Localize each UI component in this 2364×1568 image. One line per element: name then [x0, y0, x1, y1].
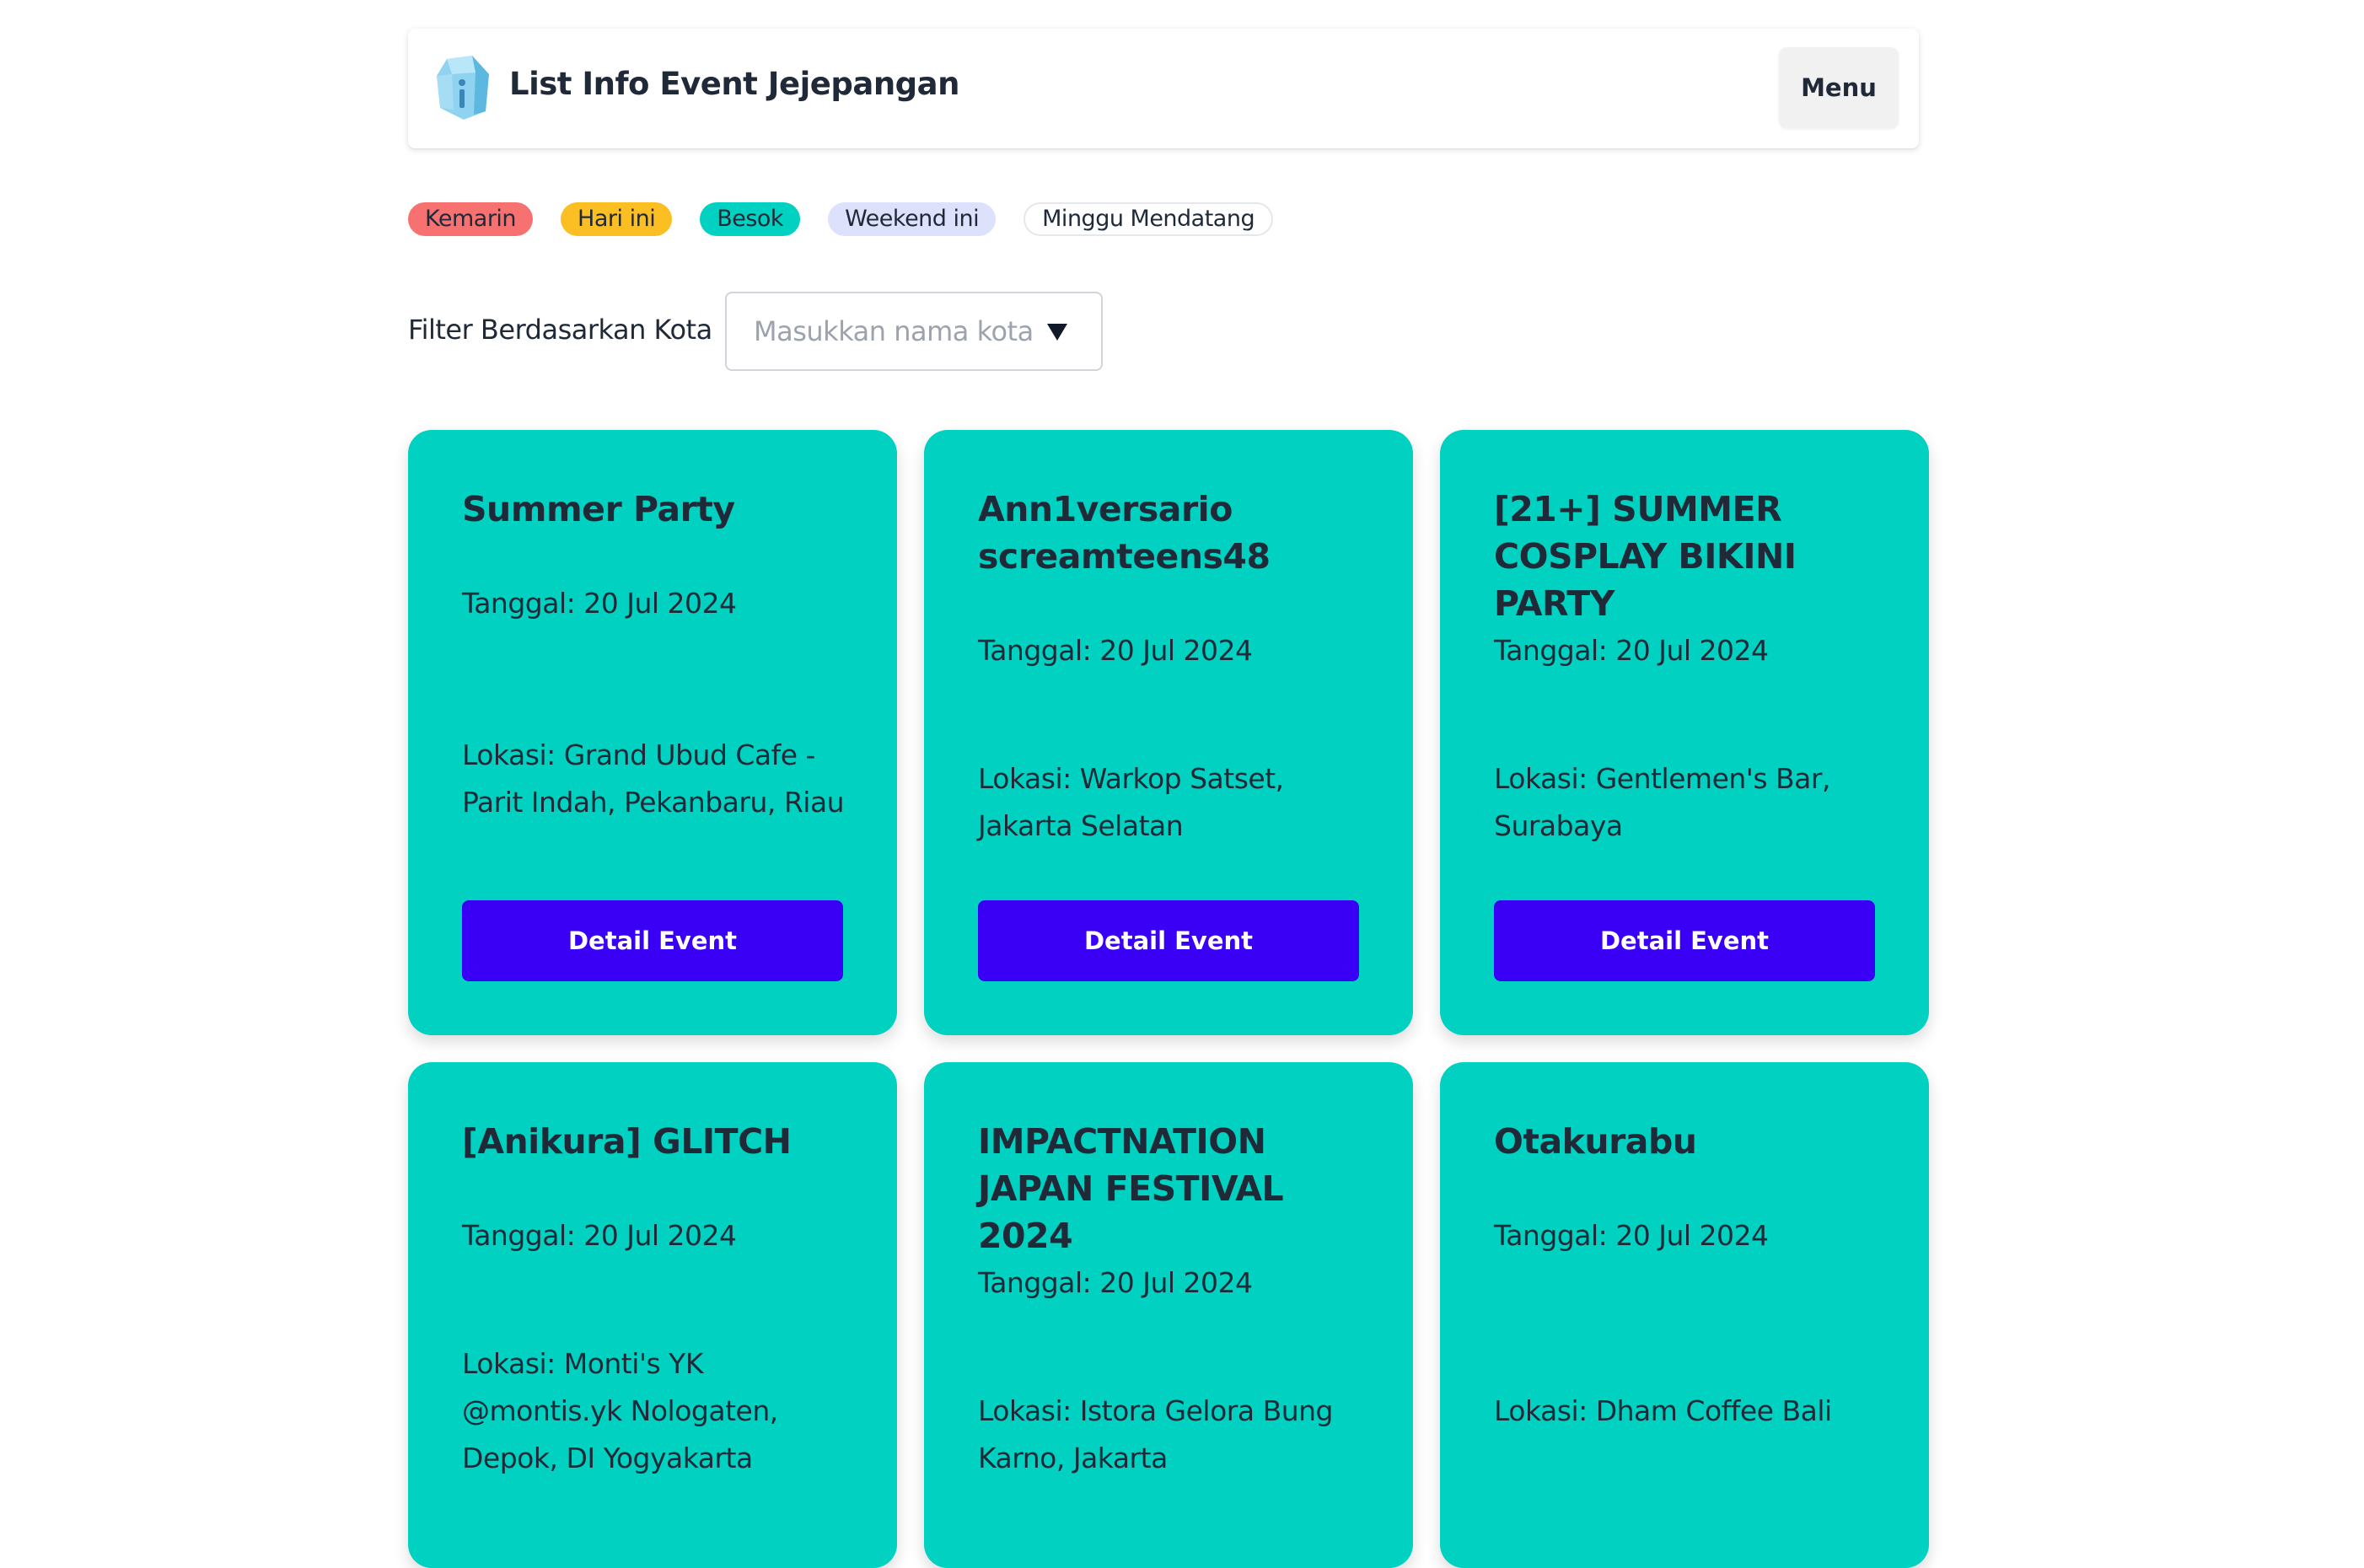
event-location: Lokasi: Gentlemen's Bar, Surabaya [1494, 762, 1830, 842]
chip-hari-ini[interactable]: Hari ini [561, 202, 673, 236]
detail-event-button[interactable]: Detail Event [462, 900, 843, 981]
event-title: Summer Party [462, 489, 735, 529]
event-title: [Anikura] GLITCH [462, 1121, 792, 1162]
chip-minggu-mendatang[interactable]: Minggu Mendatang [1024, 202, 1274, 236]
info-logo-icon [437, 56, 489, 120]
event-date: Tanggal: 20 Jul 2024 [462, 1219, 737, 1252]
chip-besok[interactable]: Besok [700, 202, 801, 236]
detail-event-button[interactable]: Detail Event [1494, 900, 1875, 981]
event-card: Otakurabu Tanggal: 20 Jul 2024 Lokasi: D… [1440, 1062, 1929, 1568]
event-date: Tanggal: 20 Jul 2024 [1494, 634, 1769, 667]
date-filter-chips: Kemarin Hari ini Besok Weekend ini Mingg… [408, 202, 1274, 236]
event-title: Otakurabu [1494, 1121, 1697, 1162]
event-card: Ann1versario screamteens48 Tanggal: 20 J… [924, 430, 1413, 1035]
event-card: Summer Party Tanggal: 20 Jul 2024 Lokasi… [408, 430, 897, 1035]
event-title: [21+] SUMMER COSPLAY BIKINI PARTY [1494, 489, 1797, 624]
city-filter-label: Filter Berdasarkan Kota [408, 314, 712, 346]
event-card: [21+] SUMMER COSPLAY BIKINI PARTY Tangga… [1440, 430, 1929, 1035]
chip-kemarin[interactable]: Kemarin [408, 202, 534, 236]
event-date: Tanggal: 20 Jul 2024 [978, 1266, 1253, 1299]
event-location: Lokasi: Monti's YK @montis.yk Nologaten,… [462, 1347, 778, 1474]
event-location: Lokasi: Grand Ubud Cafe - Parit Indah, P… [462, 738, 845, 819]
event-card: [Anikura] GLITCH Tanggal: 20 Jul 2024 Lo… [408, 1062, 897, 1568]
menu-button[interactable]: Menu [1779, 47, 1899, 128]
event-title: IMPACTNATION JAPAN FESTIVAL 2024 [978, 1121, 1284, 1256]
site-title: List Info Event Jejepangan [509, 66, 959, 102]
event-card: IMPACTNATION JAPAN FESTIVAL 2024 Tanggal… [924, 1062, 1413, 1568]
event-location: Lokasi: Dham Coffee Bali [1494, 1394, 1832, 1427]
event-location: Lokasi: Warkop Satset, Jakarta Selatan [978, 762, 1284, 842]
site-header: List Info Event Jejepangan Menu [408, 29, 1919, 148]
chip-weekend-ini[interactable]: Weekend ini [828, 202, 997, 236]
event-date: Tanggal: 20 Jul 2024 [462, 587, 737, 620]
event-title: Ann1versario screamteens48 [978, 489, 1271, 577]
event-date: Tanggal: 20 Jul 2024 [1494, 1219, 1769, 1252]
event-date: Tanggal: 20 Jul 2024 [978, 634, 1253, 667]
city-filter-placeholder: Masukkan nama kota [754, 315, 1034, 347]
detail-event-button[interactable]: Detail Event [978, 900, 1359, 981]
event-location: Lokasi: Istora Gelora Bung Karno, Jakart… [978, 1394, 1333, 1474]
dropdown-arrow-icon [1047, 324, 1067, 341]
city-filter-select[interactable]: Masukkan nama kota [725, 292, 1103, 371]
